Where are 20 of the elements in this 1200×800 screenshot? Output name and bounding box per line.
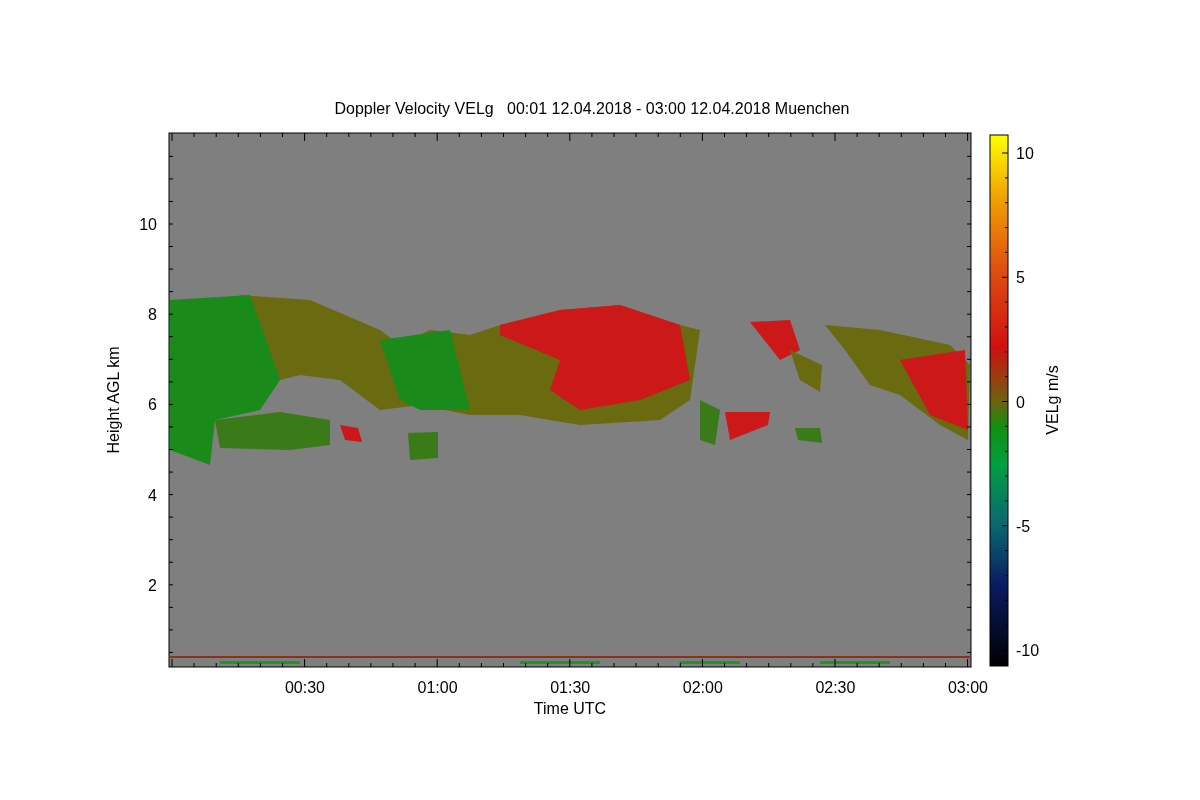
colorbar-tick-label: 10 (1016, 145, 1034, 162)
x-tick-label: 03:00 (948, 679, 988, 696)
colorbar-tick-label: 0 (1016, 393, 1025, 411)
y-tick-label: 2 (148, 576, 157, 594)
colorbar-tick-label: -10 (1016, 642, 1040, 659)
colorbar-label: VELg m/s (1044, 365, 1061, 435)
x-tick-label: 01:30 (550, 679, 591, 696)
colorbar-tick-label: -5 (1016, 517, 1031, 535)
y-tick-label: 8 (148, 306, 157, 324)
x-tick-label: 01:00 (417, 679, 458, 696)
y-tick-label: 10 (139, 216, 157, 233)
x-tick-label: 02:30 (815, 679, 856, 696)
y-tick-label: 4 (148, 486, 157, 504)
x-tick-label: 00:30 (285, 679, 325, 696)
x-tick-label: 02:00 (682, 679, 723, 696)
plot-title: Doppler Velocity VELg 00:01 12.04.2018 - 03:00 12.04.2018 Muenchen (334, 100, 850, 117)
y-tick-label: 6 (148, 396, 157, 414)
x-axis-label: Time UTC (533, 700, 607, 717)
y-axis-label: Height AGL km (105, 346, 122, 454)
colorbar-tick-label: 5 (1016, 269, 1025, 287)
